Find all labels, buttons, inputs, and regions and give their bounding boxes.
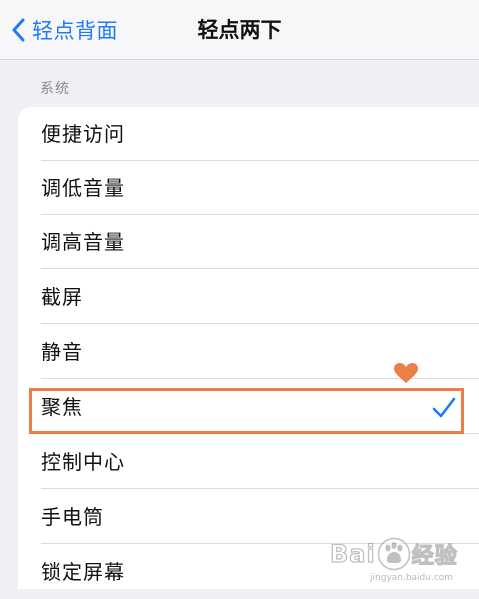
row-divider	[41, 268, 479, 269]
navigation-bar: 轻点背面 轻点两下	[0, 0, 479, 60]
chevron-left-icon	[6, 15, 30, 45]
row-divider	[41, 488, 479, 489]
option-row-accessibility-shortcut[interactable]: 便捷访问	[18, 107, 479, 161]
option-row-lock-screen[interactable]: 锁定屏幕	[18, 545, 479, 599]
option-label: 调低音量	[41, 176, 125, 200]
option-row-screenshot[interactable]: 截屏	[18, 270, 479, 324]
row-divider	[41, 543, 479, 544]
section-header: 系统	[40, 81, 70, 97]
option-label: 截屏	[41, 285, 83, 309]
option-row-flashlight[interactable]: 手电筒	[18, 490, 479, 544]
option-label: 聚焦	[41, 395, 83, 419]
option-row-control-center[interactable]: 控制中心	[18, 435, 479, 489]
checkmark-icon	[431, 395, 457, 421]
option-label: 调高音量	[41, 230, 125, 254]
option-label: 控制中心	[41, 450, 125, 474]
option-row-focus[interactable]: 聚焦	[18, 380, 479, 434]
options-list: 便捷访问 调低音量 调高音量 截屏 静音 聚焦 控制中心 手电筒 锁定屏幕	[18, 107, 479, 589]
option-row-volume-up[interactable]: 调高音量	[18, 215, 479, 269]
back-button[interactable]: 轻点背面	[6, 12, 118, 48]
row-divider	[41, 433, 479, 434]
row-divider	[41, 323, 479, 324]
back-label: 轻点背面	[32, 19, 118, 43]
option-row-volume-down[interactable]: 调低音量	[18, 161, 479, 215]
option-label: 锁定屏幕	[41, 560, 125, 584]
option-label: 便捷访问	[41, 122, 125, 146]
option-label: 手电筒	[41, 505, 104, 529]
heart-icon	[393, 362, 419, 384]
option-label: 静音	[41, 340, 83, 364]
